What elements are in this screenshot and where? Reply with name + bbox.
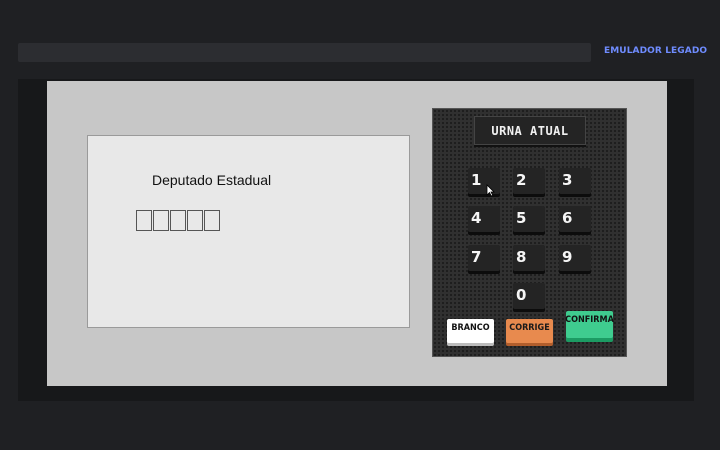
key-4[interactable]: 4 [468,206,500,232]
corrige-button[interactable]: CORRIGE [506,319,553,343]
branco-button[interactable]: BRANCO [447,319,494,343]
key-0[interactable]: 0 [513,283,545,309]
office-title: Deputado Estadual [152,172,272,188]
key-9[interactable]: 9 [559,245,591,271]
digit-box [153,210,169,231]
key-2[interactable]: 2 [513,168,545,194]
key-5[interactable]: 5 [513,206,545,232]
address-bar [18,43,591,62]
key-8[interactable]: 8 [513,245,545,271]
digit-box [136,210,152,231]
mouse-pointer-icon [486,184,495,197]
key-1[interactable]: 1 [468,168,500,194]
ballot-screen: Deputado Estadual [87,135,410,328]
app-label: EMULADOR LEGADO [604,46,708,56]
digit-box [187,210,203,231]
digit-box [170,210,186,231]
key-3[interactable]: 3 [559,168,591,194]
number-input-boxes [136,210,221,231]
key-7[interactable]: 7 [468,245,500,271]
keypad-panel: URNA ATUAL 1 2 3 4 5 6 7 8 9 0 BRANCO CO… [432,108,627,357]
key-6[interactable]: 6 [559,206,591,232]
digit-box [204,210,220,231]
confirma-button[interactable]: CONFIRMA [565,311,614,338]
panel-title: URNA ATUAL [474,116,586,145]
